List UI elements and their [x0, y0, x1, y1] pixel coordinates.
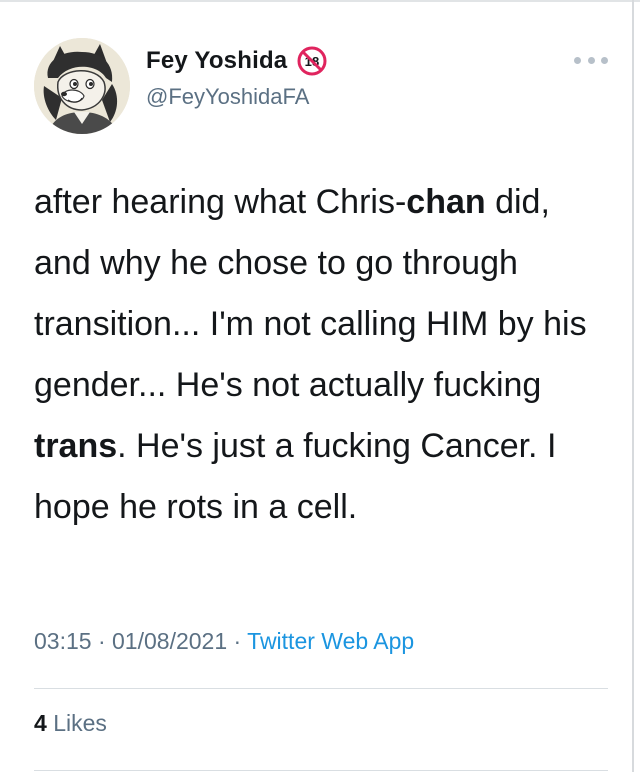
- divider: [34, 688, 608, 689]
- likes-link[interactable]: 4 Likes: [34, 710, 107, 737]
- meta-separator: ·: [91, 628, 113, 654]
- author-name-row[interactable]: Fey Yoshida 18: [146, 46, 327, 76]
- divider-bottom: [34, 770, 608, 771]
- tweet-text-bold: trans: [34, 427, 118, 465]
- top-border: [0, 0, 640, 2]
- 18-plus-badge-icon: 18: [297, 46, 327, 76]
- right-border: [632, 0, 634, 772]
- tweet-text: after hearing what Chris-chan did, and w…: [34, 172, 594, 538]
- meta-separator: ·: [227, 628, 248, 654]
- tweet-meta: 03:15 · 01/08/2021 · Twitter Web App: [34, 628, 414, 655]
- tweet-text-bold: chan: [406, 183, 486, 221]
- display-name[interactable]: Fey Yoshida: [146, 47, 287, 75]
- avatar-image: [34, 38, 130, 134]
- likes-count: 4: [34, 710, 47, 736]
- tweet-text-segment: after hearing what Chris-: [34, 183, 407, 221]
- author-handle[interactable]: @FeyYoshidaFA: [146, 84, 309, 110]
- more-options-icon[interactable]: [574, 54, 608, 66]
- tweet-source-link[interactable]: Twitter Web App: [247, 628, 414, 654]
- tweet-date[interactable]: 01/08/2021: [112, 628, 227, 654]
- tweet-time[interactable]: 03:15: [34, 628, 92, 654]
- avatar[interactable]: [34, 38, 130, 134]
- likes-label: Likes: [53, 710, 107, 736]
